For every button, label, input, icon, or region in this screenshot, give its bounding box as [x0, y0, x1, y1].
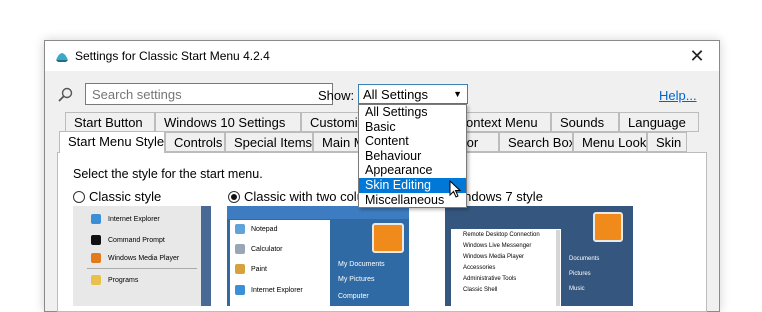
- settings-window: Settings for Classic Start Menu 4.2.4 ✕ …: [44, 40, 720, 312]
- dropdown-option-behaviour[interactable]: Behaviour: [359, 149, 466, 164]
- preview-item: Accessories: [463, 265, 496, 271]
- tab-start-button[interactable]: Start Button: [65, 112, 155, 132]
- preview-item: My Documents: [338, 261, 385, 268]
- dropdown-option-appearance[interactable]: Appearance: [359, 163, 466, 178]
- preview-item: Documents: [569, 256, 600, 262]
- tab-main-menu[interactable]: Main M: [313, 132, 363, 152]
- preview-windows-7[interactable]: Remote Desktop Connection Windows Live M…: [445, 206, 633, 306]
- preview-item: Windows Media Player: [463, 254, 525, 260]
- show-select[interactable]: All Settings ▼: [358, 84, 468, 104]
- flower-avatar: [372, 223, 404, 253]
- dropdown-option-content[interactable]: Content: [359, 134, 466, 149]
- scrollbar[interactable]: [556, 230, 560, 306]
- window-title: Settings for Classic Start Menu 4.2.4: [75, 49, 270, 63]
- preview-classic-two-columns[interactable]: Notepad Calculator Paint Internet Explor…: [227, 206, 409, 306]
- close-button[interactable]: ✕: [675, 41, 719, 71]
- preview-item: Pictures: [569, 271, 591, 277]
- preview-item: Programs: [108, 277, 139, 284]
- show-select-value: All Settings: [363, 87, 429, 102]
- paint-icon: [235, 264, 245, 274]
- preview-item: Music: [569, 286, 585, 292]
- radio-classic-style[interactable]: Classic style: [73, 189, 161, 204]
- preview-item: Calculator: [251, 246, 283, 253]
- tab-windows-10-settings[interactable]: Windows 10 Settings: [155, 112, 301, 132]
- preview-item: Paint: [251, 266, 267, 273]
- dropdown-option-basic[interactable]: Basic: [359, 120, 466, 135]
- tab-sounds[interactable]: Sounds: [551, 112, 619, 132]
- flower-avatar: [593, 212, 623, 242]
- preview-classic[interactable]: Internet Explorer Command Prompt Windows…: [73, 206, 211, 306]
- preview-item: Classic Shell: [463, 287, 498, 293]
- tab-customize[interactable]: Customiz: [301, 112, 361, 132]
- radio-label: Classic style: [89, 189, 162, 204]
- radio-indicator: [228, 190, 240, 203]
- tab-search-box[interactable]: Search Box: [499, 132, 573, 152]
- internet-explorer-icon: [91, 214, 101, 224]
- tab-menu-look[interactable]: Menu Look: [573, 132, 647, 152]
- radio-label: Classic with two colu: [244, 189, 364, 204]
- title-bar: Settings for Classic Start Menu 4.2.4 ✕: [45, 41, 719, 71]
- preview-divider: [87, 268, 197, 269]
- tab-start-menu-style[interactable]: Start Menu Style: [59, 131, 165, 153]
- programs-folder-icon: [91, 275, 101, 285]
- tab-language[interactable]: Language: [619, 112, 699, 132]
- calculator-icon: [235, 244, 245, 254]
- mouse-cursor-icon: [449, 179, 462, 201]
- notepad-icon: [235, 224, 245, 234]
- tab-context-menu[interactable]: ontext Menu: [461, 112, 551, 132]
- preview-item: Windows Live Messenger: [463, 243, 532, 249]
- preview-item: Remote Desktop Connection: [463, 232, 540, 238]
- preview-item: Windows Media Player: [108, 255, 180, 262]
- command-prompt-icon: [91, 235, 101, 245]
- preview-item: Command Prompt: [108, 237, 165, 244]
- show-label: Show:: [318, 88, 355, 103]
- classic-shell-icon: [54, 48, 70, 67]
- search-icon: [57, 87, 73, 106]
- preview-item: Administrative Tools: [463, 276, 517, 282]
- preview-item: Notepad: [251, 226, 278, 233]
- radio-indicator: [73, 190, 85, 203]
- tab-special-items[interactable]: Special Items: [225, 132, 313, 152]
- chevron-down-icon: ▼: [453, 89, 462, 99]
- dropdown-option-all-settings[interactable]: All Settings: [359, 105, 466, 120]
- tab-controls[interactable]: Controls: [165, 132, 225, 152]
- preview-item: Internet Explorer: [108, 216, 160, 223]
- tab-skin[interactable]: Skin: [647, 132, 687, 152]
- search-input[interactable]: [85, 83, 333, 105]
- help-link[interactable]: Help...: [659, 88, 697, 103]
- preview-item: Internet Explorer: [251, 287, 303, 294]
- preview-item: My Pictures: [338, 276, 375, 283]
- internet-explorer-icon: [235, 285, 245, 295]
- instruction-text: Select the style for the start menu.: [73, 167, 263, 181]
- radio-classic-two-columns[interactable]: Classic with two colu: [228, 189, 364, 204]
- media-player-icon: [91, 253, 101, 263]
